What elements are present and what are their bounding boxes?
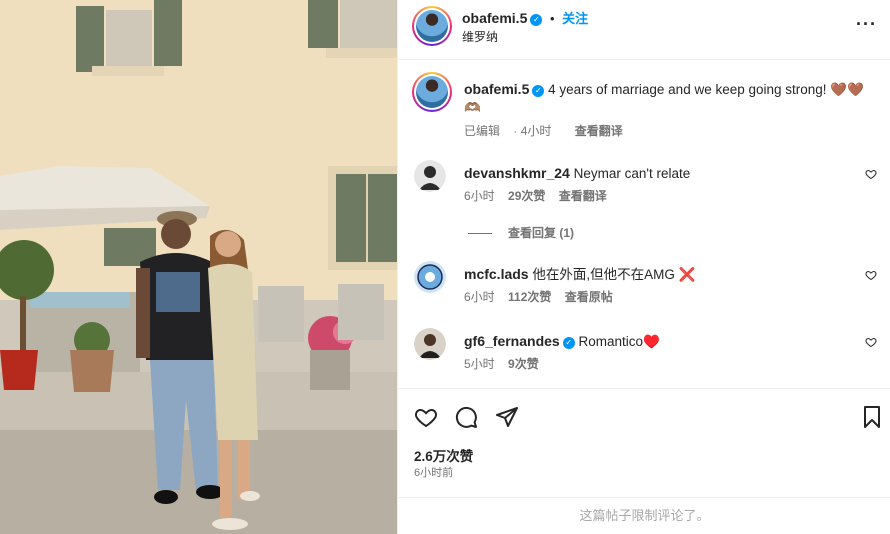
comment-body: 他在外面,但他不在AMG ❌ [532,267,696,282]
comment-time: 5小时 [464,357,495,371]
comment-translate-link[interactable]: 查看翻译 [559,189,607,203]
post-panel: obafemi.5 ✓ • 关注 维罗纳 ··· obafemi.5 ✓ 4 yea… [397,0,890,534]
caption-translate-link[interactable]: 查看翻译 [575,124,623,138]
caption-username[interactable]: obafemi.5 [464,81,529,97]
more-icon[interactable]: ··· [856,14,877,35]
comment-heart-icon[interactable] [865,168,877,180]
comment-text-line: gf6_fernandes ✓ Romantico♥️ [464,332,660,351]
post-location[interactable]: 维罗纳 [462,28,498,45]
comment-heart-icon[interactable] [865,336,877,348]
save-icon[interactable] [860,405,884,429]
verified-badge-icon: ✓ [532,85,545,97]
author-username[interactable]: obafemi.5 [462,10,527,26]
share-icon[interactable] [495,405,519,429]
comment-item: gf6_fernandes ✓ Romantico♥️ 5小时 9次赞 [414,328,879,388]
post-header: obafemi.5 ✓ • 关注 维罗纳 ··· [398,0,890,60]
caption-avatar[interactable] [412,72,452,112]
comment-text-line: mcfc.lads 他在外面,但他不在AMG ❌ [464,265,695,284]
separator-dot: • [549,11,555,26]
comment-time: 6小时 [464,189,495,203]
post-photo-image [0,0,397,534]
comment-time: 6小时 [464,290,495,304]
comments-limited-notice: 这篇帖子限制评论了。 [398,497,890,534]
comment-icon[interactable] [454,405,478,429]
caption-text-block: obafemi.5 ✓ 4 years of marriage and we ke… [464,80,864,117]
commenter-avatar[interactable] [414,261,446,293]
comment-meta: 6小时 29次赞 查看翻译 [464,187,617,204]
commenter-username[interactable]: devanshkmr_24 [464,165,570,181]
comment-meta: 6小时 112次赞 查看原帖 [464,288,623,305]
commenter-username[interactable]: gf6_fernandes [464,333,560,349]
caption-edited: 已编辑 · 4小时 [464,124,552,138]
replies-divider [468,233,492,235]
comment-heart-icon[interactable] [865,269,877,281]
comment-text-line: devanshkmr_24 Neymar can't relate [464,164,690,183]
caption-meta: 已编辑 · 4小时 查看翻译 [464,122,633,139]
follow-button[interactable]: 关注 [562,11,588,26]
heart-icon[interactable] [414,405,438,429]
comment-likes[interactable]: 9次赞 [508,357,539,371]
commenter-avatar[interactable] [414,160,446,192]
comment-item: devanshkmr_24 Neymar can't relate 6小时 29… [414,160,879,220]
comment-meta: 5小时 9次赞 [464,355,549,372]
comment-likes[interactable]: 112次赞 [508,290,551,304]
likes-count[interactable]: 2.6万次赞 [414,445,473,465]
comment-body: Romantico♥️ [578,334,660,349]
verified-badge-icon: ✓ [530,14,543,26]
post-photo[interactable] [0,0,397,534]
author-avatar[interactable] [412,6,452,46]
comment-body: Neymar can't relate [573,166,691,181]
comment-original-link[interactable]: 查看原帖 [565,290,613,304]
view-replies-button[interactable]: 查看回复 (1) [468,224,574,241]
verified-badge-icon: ✓ [562,337,575,349]
commenter-avatar[interactable] [414,328,446,360]
post-time: 6小时前 [414,467,454,479]
comment-likes[interactable]: 29次赞 [508,189,545,203]
comment-item: mcfc.lads 他在外面,但他不在AMG ❌ 6小时 112次赞 查看原帖 [414,261,879,321]
replies-label: 查看回复 (1) [508,226,575,240]
commenter-username[interactable]: mcfc.lads [464,266,529,282]
actions-section: 2.6万次赞 6小时前 这篇帖子限制评论了。 [398,388,890,534]
